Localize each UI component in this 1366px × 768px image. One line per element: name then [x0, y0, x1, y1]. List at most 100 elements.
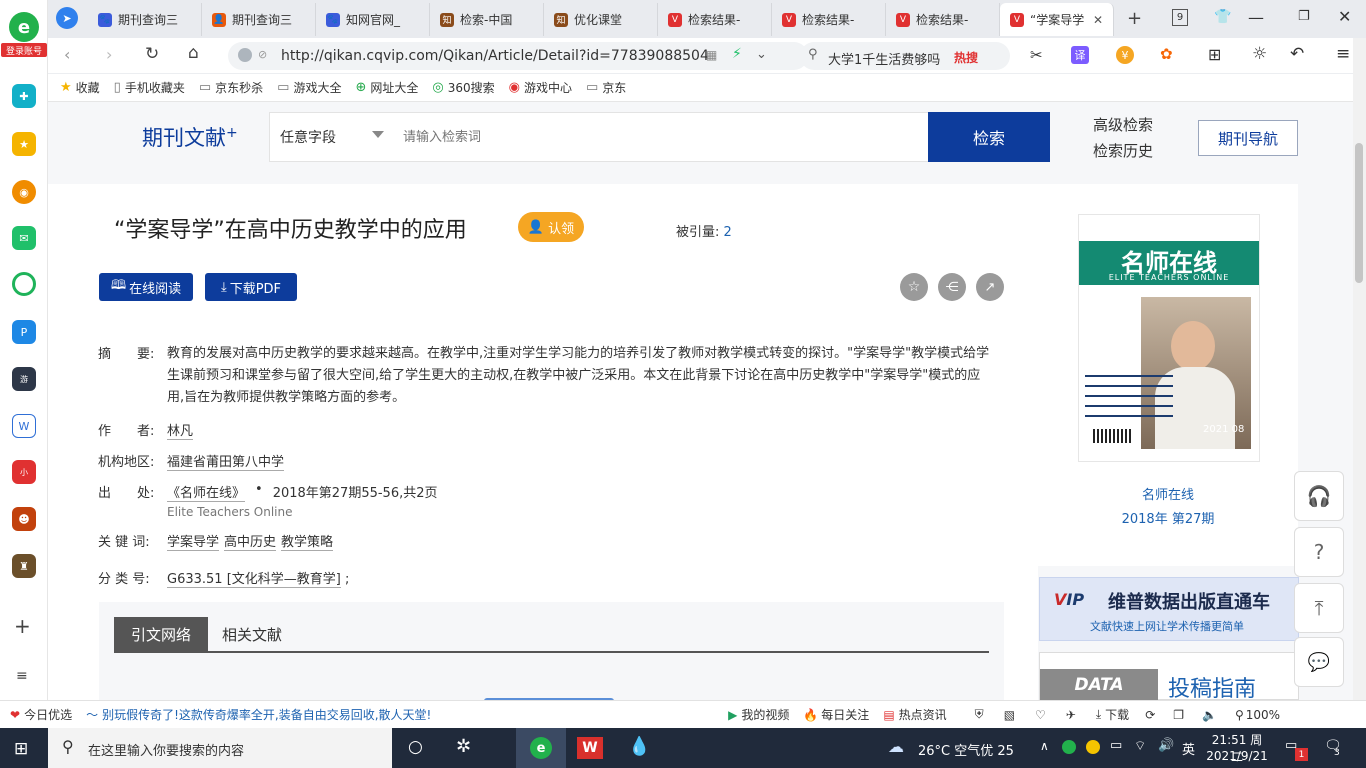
skin-shirt-icon[interactable]: 👕: [1214, 9, 1231, 25]
bookmark-item[interactable]: ▭ 京东秒杀: [199, 79, 263, 96]
author-link[interactable]: 林凡: [167, 420, 194, 440]
article-search-input[interactable]: [393, 112, 929, 162]
favorite-star-icon[interactable]: ☆: [900, 273, 928, 301]
forward-icon[interactable]: ›: [106, 45, 112, 64]
bookmark-item[interactable]: ◉ 游戏中心: [509, 79, 572, 96]
hot-search-badge[interactable]: 热搜: [954, 49, 978, 66]
windows-start-icon[interactable]: ⊞: [14, 739, 28, 759]
field-select[interactable]: 任意字段: [269, 112, 394, 162]
search-suggestion[interactable]: 大学1千生活费够吗: [828, 49, 940, 68]
bookmark-item[interactable]: ⊕ 网址大全: [355, 79, 418, 96]
games-app-icon[interactable]: 游: [12, 367, 36, 391]
shield-icon[interactable]: ⛨: [975, 707, 984, 722]
share-icon[interactable]: ⋲: [938, 273, 966, 301]
journal-cover[interactable]: 名师在线 ELITE TEACHERS ONLINE 2021 08: [1078, 214, 1260, 462]
favorites-star-icon[interactable]: ★: [12, 132, 36, 156]
search-history-link[interactable]: 检索历史: [1093, 140, 1153, 161]
news-ticker[interactable]: 别玩假传奇了!这款传奇爆率全开,装备自由交易回收,散人天堂!: [102, 706, 502, 723]
reload-icon[interactable]: ↻: [145, 44, 159, 64]
refresh-icon[interactable]: ⟳: [1145, 708, 1155, 722]
health-icon[interactable]: ♡: [1035, 708, 1046, 722]
scrollbar-thumb[interactable]: [1355, 143, 1363, 283]
bookmark-item[interactable]: ◎ 360搜索: [432, 79, 494, 96]
apps-grid-icon[interactable]: ⊞: [1208, 45, 1221, 64]
download-pdf-button[interactable]: ⤓ 下载PDF: [205, 273, 297, 301]
daily-focus-link[interactable]: 每日关注: [821, 706, 869, 723]
menu-list-icon[interactable]: ≡: [16, 668, 28, 684]
source-journal-link[interactable]: 《名师在线》: [167, 482, 246, 502]
taskbar-browser-app[interactable]: e: [516, 728, 566, 768]
org-link[interactable]: 福建省莆田第八中学: [167, 451, 285, 471]
translate-icon[interactable]: 译: [1071, 46, 1089, 64]
browser-search-box[interactable]: ⚲ 大学1千生活费够吗 热搜: [800, 42, 1010, 70]
browser-tab[interactable]: V 检索结果-: [658, 3, 772, 36]
class-code-link[interactable]: G633.51 [文化科学—教育学]: [167, 572, 341, 588]
link-icon[interactable]: [12, 272, 36, 296]
url-text[interactable]: http://qikan.cqvip.com/Qikan/Article/Det…: [281, 48, 709, 64]
tray-expand-icon[interactable]: ∧: [1040, 739, 1049, 753]
doc-w-icon[interactable]: W: [12, 414, 36, 438]
bookmark-item[interactable]: ▯ 手机收藏夹: [114, 79, 185, 96]
privacy-icon[interactable]: ⊘: [258, 48, 267, 61]
close-window-icon[interactable]: ✕: [1338, 7, 1351, 26]
clock-date[interactable]: 2021/9/21: [1206, 749, 1268, 763]
tab-citation-network[interactable]: 引文网络: [114, 617, 208, 651]
browser-logo-icon[interactable]: e: [9, 12, 39, 42]
wifi-icon[interactable]: ⌔: [1134, 738, 1146, 754]
red-app-icon[interactable]: 小: [12, 460, 36, 484]
search-button[interactable]: 检索: [928, 112, 1050, 162]
weather-text[interactable]: 26°C 空气优 25: [918, 740, 1014, 759]
zoom-level[interactable]: 100%: [1246, 708, 1280, 722]
new-tab-icon[interactable]: +: [1127, 8, 1142, 29]
battery-icon[interactable]: ▭: [1110, 738, 1122, 753]
tray-app-icon[interactable]: [1062, 740, 1076, 754]
url-dropdown-icon[interactable]: ⌄: [756, 47, 767, 62]
browser-tab[interactable]: 🐾 期刊查询三: [88, 3, 202, 36]
wps-app-icon[interactable]: W: [577, 737, 603, 759]
submission-guide-banner[interactable]: DATA 投稿指南: [1039, 652, 1299, 700]
read-online-button[interactable]: 🕮 在线阅读: [99, 273, 193, 301]
vip-ad-banner[interactable]: VIP 维普数据出版直通车 文献快速上网让学术传播更简单: [1039, 577, 1299, 641]
tray-plus-icon[interactable]: [1086, 740, 1100, 754]
page-scrollbar[interactable]: [1353, 38, 1366, 700]
restore-icon[interactable]: ❐: [1298, 9, 1310, 24]
bookmark-item[interactable]: ▭ 京东: [586, 79, 626, 96]
browser-tab[interactable]: V 检索结果-: [772, 3, 886, 36]
back-icon[interactable]: ‹: [64, 45, 70, 64]
journal-nav-button[interactable]: 期刊导航: [1198, 120, 1298, 156]
help-icon[interactable]: ?: [1294, 527, 1344, 577]
window-icon[interactable]: ❐: [1173, 708, 1184, 722]
browser-tab[interactable]: 知检索-中国: [430, 3, 544, 36]
browser-tab[interactable]: 知优化课堂: [544, 3, 658, 36]
claim-button[interactable]: 👤 认领: [518, 212, 584, 242]
tab-count-badge[interactable]: 9: [1172, 9, 1188, 26]
fox-icon[interactable]: ✿: [1160, 45, 1173, 63]
task-view-icon[interactable]: ○: [408, 737, 423, 757]
weibo-icon[interactable]: ◉: [12, 180, 36, 204]
external-link-icon[interactable]: ↗: [976, 273, 1004, 301]
p-app-icon[interactable]: P: [12, 320, 36, 344]
keyword-link[interactable]: 高中历史: [224, 531, 277, 551]
journal-issue-link[interactable]: 2018年 第27期: [1038, 508, 1298, 527]
brightness-icon[interactable]: ☼: [1252, 44, 1267, 64]
site-info-icon[interactable]: [238, 48, 252, 62]
pinwheel-app-icon[interactable]: ✲: [456, 736, 471, 757]
undo-icon[interactable]: ↶: [1290, 44, 1304, 64]
qr-icon[interactable]: ▦: [706, 48, 717, 62]
coin-icon[interactable]: ¥: [1116, 46, 1134, 64]
url-box[interactable]: ⊘ http://qikan.cqvip.com/Qikan/Article/D…: [228, 42, 808, 70]
login-account-button[interactable]: 登录账号: [1, 43, 47, 57]
navigate-icon[interactable]: ➤: [56, 7, 78, 29]
feedback-icon[interactable]: 💬: [1294, 637, 1344, 687]
rocket-icon[interactable]: ✈: [1066, 708, 1076, 722]
game-castle-icon[interactable]: ♜: [12, 554, 36, 578]
download-link[interactable]: 下载: [1105, 706, 1129, 723]
speaker-icon[interactable]: 🔊: [1158, 738, 1174, 753]
today-picks[interactable]: 今日优选: [24, 706, 72, 723]
customer-service-icon[interactable]: 🎧: [1294, 471, 1344, 521]
tab-related-literature[interactable]: 相关文献: [222, 624, 282, 645]
add-icon[interactable]: +: [14, 614, 31, 638]
back-to-top-icon[interactable]: ⤒: [1294, 583, 1344, 633]
game-character-icon[interactable]: ☻: [12, 507, 36, 531]
scissors-icon[interactable]: ✂: [1030, 46, 1043, 64]
